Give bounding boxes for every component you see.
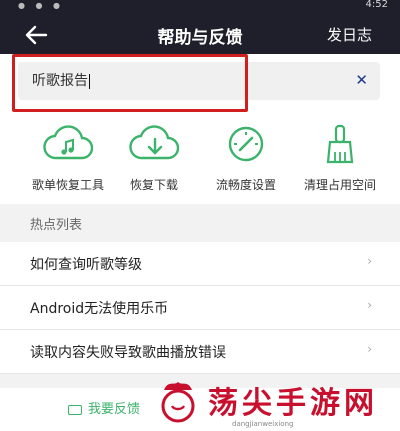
hot-list-header: 热点列表: [0, 204, 400, 242]
cloud-download-icon: [129, 125, 180, 160]
list-item[interactable]: 如何查询听歌等级 ›: [0, 242, 400, 286]
hot-list-title: 热点列表: [30, 218, 83, 233]
watermark: 荡尖手游网 dangjianweixiong: [150, 372, 400, 431]
tool-label: 流畅度设置: [215, 178, 276, 192]
text-caret: [89, 73, 90, 89]
list-item-label: 读取内容失败导致歌曲播放错误: [30, 345, 226, 361]
tool-restore-download[interactable]: 恢复下载: [104, 118, 204, 202]
tool-clean-storage[interactable]: 清理占用空间: [290, 118, 390, 202]
clear-icon[interactable]: ✕: [355, 71, 368, 89]
list-item[interactable]: Android无法使用乐币 ›: [0, 286, 400, 330]
tool-playlist-restore[interactable]: 歌单恢复工具: [18, 118, 118, 202]
brush-icon: [326, 124, 354, 164]
tool-smoothness-settings[interactable]: 流畅度设置: [196, 118, 296, 202]
gauge-icon: [228, 126, 264, 162]
tool-label: 恢复下载: [129, 178, 178, 192]
send-log-button[interactable]: 发日志: [327, 24, 372, 45]
feedback-label: 我要反馈: [88, 402, 141, 417]
search-field[interactable]: 听歌报告 ✕: [18, 62, 380, 100]
list-item[interactable]: 读取内容失败导致歌曲播放错误 ›: [0, 330, 400, 374]
hot-list: 如何查询听歌等级 › Android无法使用乐币 › 读取内容失败导致歌曲播放错…: [0, 242, 400, 374]
feedback-button[interactable]: 我要反馈: [68, 398, 140, 417]
app-header: 帮助与反馈 发日志: [0, 14, 400, 54]
tool-label: 歌单恢复工具: [31, 178, 104, 192]
search-value: 听歌报告: [32, 73, 88, 89]
feedback-icon: [68, 404, 82, 415]
tool-grid: 歌单恢复工具 恢复下载 流畅度设置 清理占用空间: [0, 112, 400, 204]
status-icons: ● ● ●: [18, 1, 65, 10]
status-bar: ● ● ● 4:52: [0, 0, 400, 14]
chevron-right-icon: ›: [367, 342, 372, 356]
list-item-label: Android无法使用乐币: [30, 301, 169, 317]
tool-label: 清理占用空间: [303, 178, 376, 192]
search-area: 听歌报告 ✕: [0, 54, 400, 112]
chevron-right-icon: ›: [367, 298, 372, 312]
watermark-url: dangjianweixiong: [232, 420, 294, 428]
chevron-right-icon: ›: [367, 254, 372, 268]
list-item-label: 如何查询听歌等级: [30, 257, 142, 273]
watermark-text: 荡尖手游网: [208, 386, 378, 421]
status-time: 4:52: [365, 0, 388, 10]
search-input[interactable]: 听歌报告: [32, 70, 90, 90]
cloud-music-icon: [43, 125, 94, 160]
watermark-logo-icon: [161, 382, 195, 423]
